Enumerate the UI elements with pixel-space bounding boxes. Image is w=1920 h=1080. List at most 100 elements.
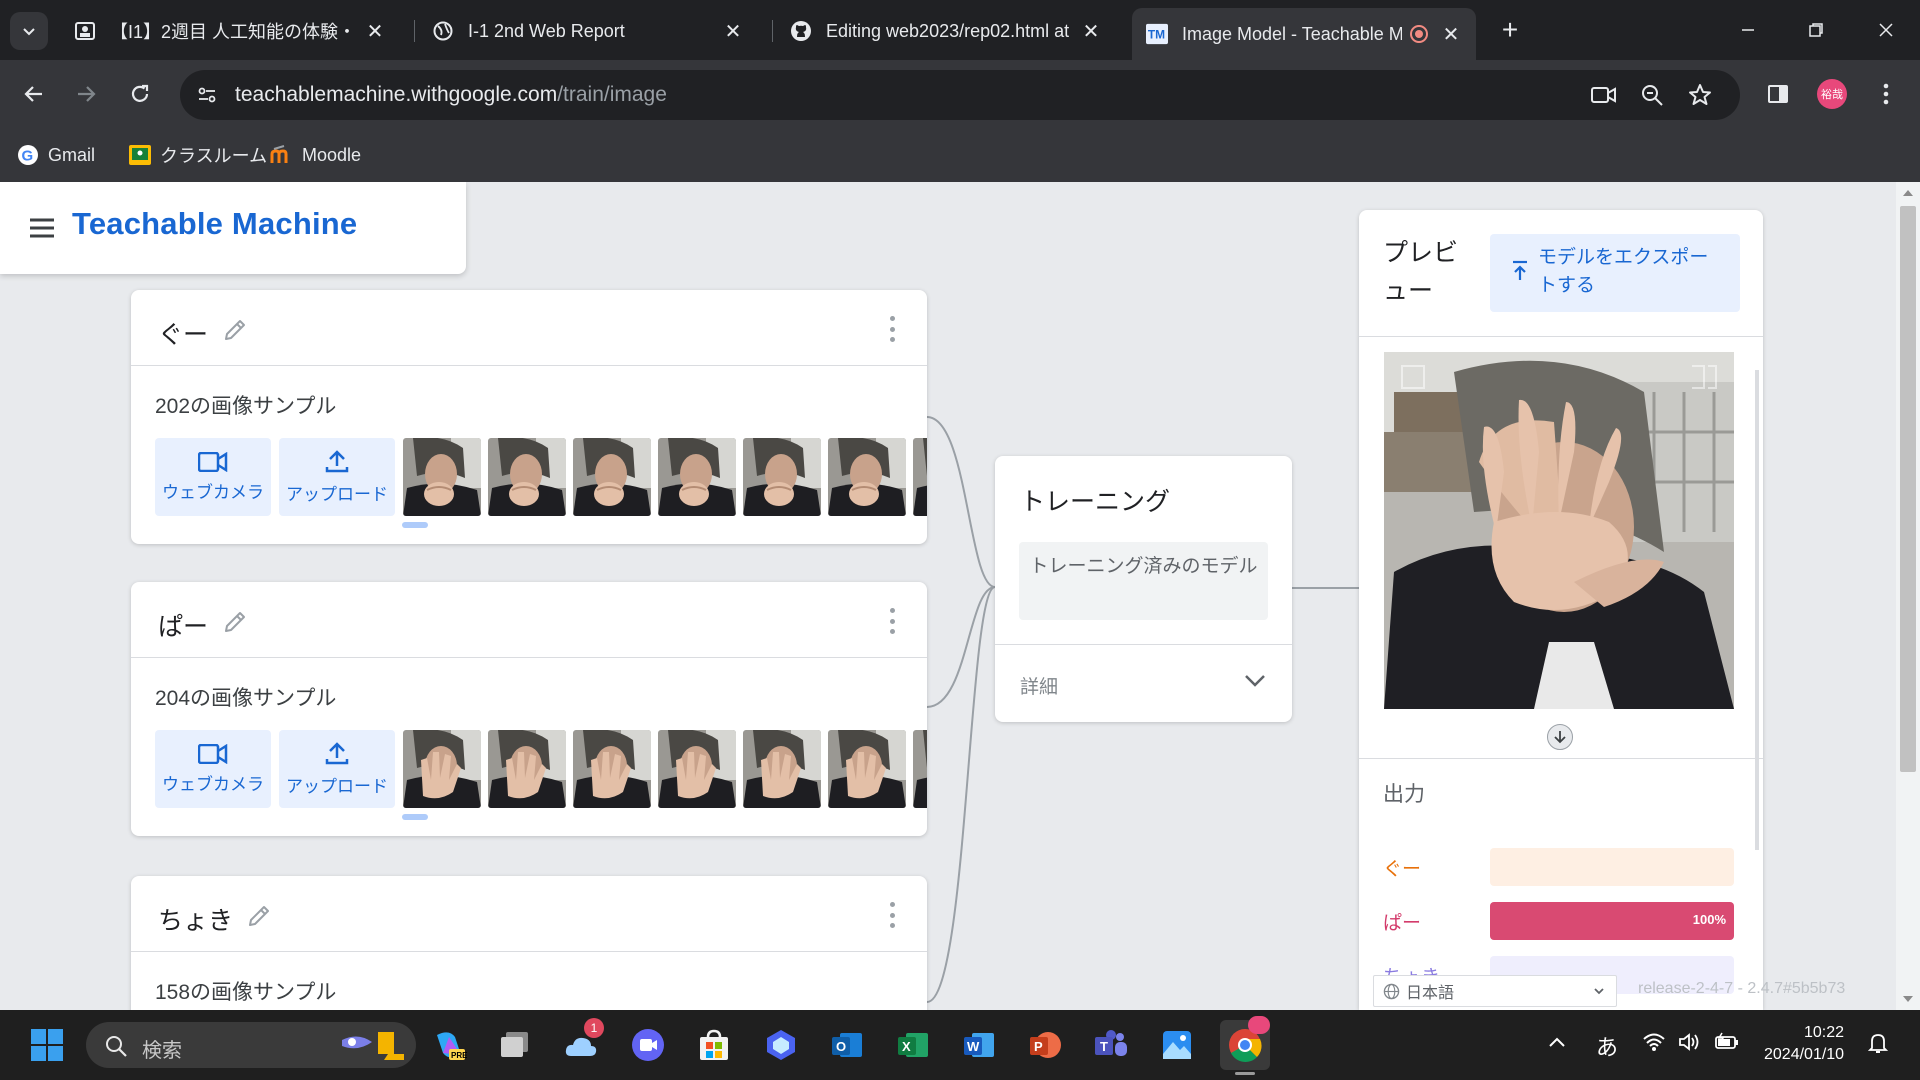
bookmark-moodle[interactable]: Moodle: [270, 142, 361, 168]
teams-meet-icon[interactable]: [627, 1024, 669, 1066]
sample-thumbnail[interactable]: [573, 730, 651, 808]
export-model-label: モデルをエクスポートする: [1538, 247, 1709, 296]
class-options-menu[interactable]: [887, 902, 897, 928]
browser-menu-button[interactable]: [1866, 74, 1906, 114]
sample-thumbnail[interactable]: [403, 438, 481, 516]
sample-thumbnail[interactable]: [913, 438, 927, 516]
sample-thumbnail[interactable]: [488, 730, 566, 808]
pencil-icon[interactable]: [245, 902, 273, 930]
wifi-icon[interactable]: [1642, 1032, 1666, 1058]
training-card: トレーニング トレーニング済みのモデル 詳細: [995, 456, 1292, 722]
copilot-app-icon[interactable]: PRE: [428, 1024, 470, 1066]
scrollbar-thumb[interactable]: [1900, 206, 1916, 772]
page-scrollbar[interactable]: [1896, 182, 1920, 1010]
notification-bell-icon[interactable]: [1867, 1032, 1889, 1060]
preview-scrollbar[interactable]: [1755, 370, 1759, 850]
outlook-icon[interactable]: O: [826, 1024, 868, 1066]
battery-icon[interactable]: [1714, 1032, 1740, 1058]
close-tab-icon[interactable]: ✕: [364, 20, 386, 43]
taskbar-search[interactable]: 検索: [86, 1022, 416, 1068]
webcam-button[interactable]: ウェブカメラ: [155, 438, 271, 516]
chevron-down-icon[interactable]: [1240, 666, 1270, 696]
class-name[interactable]: ちょき: [158, 901, 233, 937]
pencil-icon[interactable]: [221, 608, 249, 636]
scroll-down-button[interactable]: [1547, 724, 1573, 750]
start-button[interactable]: [26, 1024, 68, 1066]
profile-button[interactable]: 裕哉: [1812, 74, 1852, 114]
sample-thumbnail[interactable]: [913, 730, 927, 808]
sample-thumbnail[interactable]: [573, 438, 651, 516]
sample-thumbnail[interactable]: [828, 730, 906, 808]
sample-thumbnail[interactable]: [828, 438, 906, 516]
sample-thumbnail[interactable]: [658, 730, 736, 808]
powerpoint-icon[interactable]: P: [1024, 1024, 1066, 1066]
sample-thumbnail[interactable]: [658, 438, 736, 516]
show-hidden-icons-button[interactable]: [1548, 1032, 1566, 1055]
scroll-down-arrow-icon[interactable]: [1902, 994, 1914, 1004]
bookmark-gmail[interactable]: G Gmail: [16, 142, 95, 168]
close-tab-icon[interactable]: ✕: [1080, 20, 1102, 43]
upload-label: アップロード: [286, 776, 388, 796]
close-tab-icon[interactable]: ✕: [722, 20, 744, 43]
excel-icon[interactable]: X: [892, 1024, 934, 1066]
task-view-icon[interactable]: [494, 1024, 536, 1066]
zoom-icon[interactable]: [1636, 79, 1668, 111]
class-options-menu[interactable]: [887, 608, 897, 634]
close-tab-icon[interactable]: ✕: [1440, 23, 1462, 46]
class-name[interactable]: ぐー: [158, 315, 208, 351]
pencil-icon[interactable]: [221, 316, 249, 344]
volume-icon[interactable]: [1678, 1032, 1702, 1058]
train-model-button[interactable]: トレーニング済みのモデル: [1019, 542, 1268, 620]
export-model-button[interactable]: モデルをエクスポートする: [1490, 234, 1740, 312]
photos-icon[interactable]: [1156, 1024, 1198, 1066]
side-panel-button[interactable]: [1758, 74, 1798, 114]
upload-button[interactable]: アップロード: [279, 730, 395, 808]
ime-indicator[interactable]: あ: [1596, 1030, 1618, 1062]
thumbnail-scroll-indicator[interactable]: [402, 522, 428, 528]
details-toggle[interactable]: 詳細: [1020, 672, 1058, 699]
tab-search-button[interactable]: [10, 12, 48, 50]
thumbnail-scroll-indicator[interactable]: [402, 814, 428, 820]
chrome-taskbar-icon[interactable]: [1220, 1016, 1270, 1075]
minimize-button[interactable]: [1728, 14, 1768, 46]
tab-teachable-machine[interactable]: TM Image Model - Teachable M ✕: [1132, 8, 1476, 60]
tab-classroom[interactable]: 【I1】2週目 人工知能の体験・2 週 ✕: [60, 10, 400, 52]
search-icon: [106, 1036, 127, 1057]
hamburger-menu-icon[interactable]: [28, 214, 56, 242]
tab-web-report[interactable]: I-1 2nd Web Report ✕: [418, 10, 758, 52]
restore-button[interactable]: [1796, 14, 1836, 46]
sample-thumbnail[interactable]: [488, 438, 566, 516]
upload-button[interactable]: アップロード: [279, 438, 395, 516]
sample-thumbnail[interactable]: [743, 438, 821, 516]
address-bar[interactable]: teachablemachine.withgoogle.com/train/im…: [180, 70, 1740, 120]
sample-thumbnail[interactable]: [403, 730, 481, 808]
bookmark-star-icon[interactable]: [1684, 79, 1716, 111]
word-icon[interactable]: W: [958, 1024, 1000, 1066]
tab-separator: [414, 20, 415, 42]
class-name[interactable]: ぱー: [158, 607, 208, 643]
google-icon: G: [16, 143, 40, 167]
tab-github[interactable]: Editing web2023/rep02.html at ✕: [776, 10, 1116, 52]
system-clock[interactable]: 10:22 2024/01/10: [1764, 1022, 1844, 1066]
language-select[interactable]: 日本語: [1373, 975, 1617, 1007]
copilot-icon[interactable]: [760, 1024, 802, 1066]
new-tab-button[interactable]: +: [1490, 14, 1530, 46]
webcam-button[interactable]: ウェブカメラ: [155, 730, 271, 808]
microsoft-store-icon[interactable]: [693, 1024, 735, 1066]
bookmark-classroom[interactable]: クラスルーム: [128, 142, 267, 168]
output-class-label: ぱー: [1383, 913, 1422, 934]
class-options-menu[interactable]: [887, 316, 897, 342]
weather-widget-icon[interactable]: 1: [560, 1018, 604, 1066]
close-window-button[interactable]: [1866, 14, 1906, 46]
scroll-up-arrow-icon[interactable]: [1902, 188, 1914, 198]
teams-icon[interactable]: T: [1090, 1024, 1132, 1066]
output-confidence-bar: [1490, 848, 1734, 886]
svg-text:X: X: [902, 1039, 911, 1054]
sample-thumbnail[interactable]: [743, 730, 821, 808]
forward-button[interactable]: [66, 74, 106, 114]
app-title[interactable]: Teachable Machine: [72, 206, 357, 242]
back-button[interactable]: [14, 74, 54, 114]
camera-in-use-icon[interactable]: [1588, 79, 1620, 111]
reload-button[interactable]: [120, 74, 160, 114]
site-info-icon[interactable]: [191, 79, 223, 111]
